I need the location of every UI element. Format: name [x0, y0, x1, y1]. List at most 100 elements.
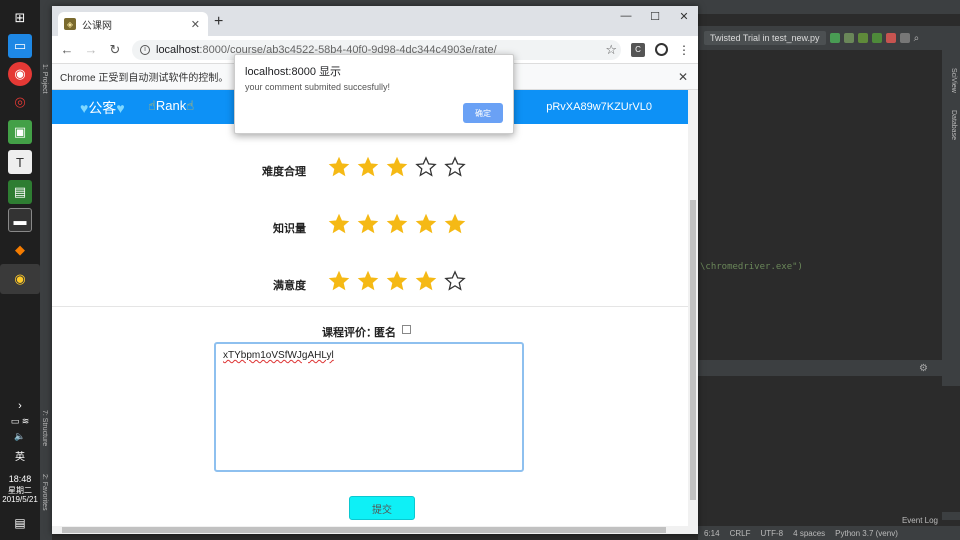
star-filled-icon[interactable] — [386, 213, 408, 235]
forward-icon[interactable]: → — [84, 42, 98, 57]
rating-row-difficulty: 难度合理 — [52, 156, 688, 186]
star-filled-icon[interactable] — [357, 213, 379, 235]
battery-wifi-icon[interactable]: ▭ ≋ — [0, 416, 40, 427]
tab-close-icon[interactable]: ✕ — [191, 18, 200, 31]
status-caret-position[interactable]: 6:14 — [704, 529, 720, 538]
hscroll-thumb[interactable] — [62, 527, 666, 533]
status-line-separator[interactable]: CRLF — [730, 529, 751, 538]
star-filled-icon[interactable] — [357, 270, 379, 292]
excel-icon[interactable]: ▤ — [8, 180, 32, 204]
username-link[interactable]: pRvXA89w7KZUrVL0 — [546, 101, 652, 113]
stop-icon[interactable] — [885, 33, 896, 43]
status-interpreter[interactable]: Python 3.7 (venv) — [835, 529, 898, 538]
submit-button[interactable]: 提交 — [349, 496, 415, 520]
ide-left-tool-strip: 1: Project 7: Structure 2: Favorites — [40, 14, 52, 540]
reload-icon[interactable]: ↻ — [108, 42, 122, 58]
site-brand-link[interactable]: ♥公客♥ — [80, 98, 125, 118]
run-icon[interactable] — [829, 33, 840, 43]
typora-icon[interactable]: T — [8, 150, 32, 174]
desktop-app-icon[interactable]: ▭ — [8, 34, 32, 58]
star-filled-icon[interactable] — [444, 213, 466, 235]
site-info-icon[interactable]: i — [140, 44, 150, 55]
star-empty-icon[interactable] — [444, 270, 466, 292]
anonymous-checkbox[interactable] — [402, 325, 411, 334]
star-filled-icon[interactable] — [328, 270, 350, 292]
ide-search-icon[interactable]: ⌕ — [914, 33, 920, 44]
star-filled-icon[interactable] — [386, 270, 408, 292]
status-encoding[interactable]: UTF-8 — [760, 529, 783, 538]
git-icon[interactable]: ◆ — [8, 238, 32, 262]
ide-code-line: \chromedriver.exe") — [700, 262, 803, 272]
project-tool-tab[interactable]: 1: Project — [41, 64, 48, 94]
notification-icon[interactable]: ▤ — [0, 516, 40, 530]
ide-run-panel — [698, 386, 960, 512]
rate-page: ♥公客♥ ☝Rank☝ pRvXA89w7KZUrVL0 难度合理 知识量 满意… — [52, 90, 688, 526]
tray-expand-icon[interactable]: › — [0, 400, 40, 412]
profile-run-icon[interactable] — [871, 33, 882, 43]
windows-start-icon[interactable]: ⊞ — [8, 6, 32, 30]
star-rating[interactable] — [328, 270, 466, 292]
url-host: localhost — [156, 43, 200, 56]
terminal-icon[interactable]: ▬ — [8, 208, 32, 232]
brand-text: 公客 — [88, 100, 117, 116]
scview-tool-tab[interactable]: SciView — [950, 68, 957, 93]
vertical-scrollbar[interactable] — [688, 90, 698, 534]
new-tab-icon[interactable]: + — [214, 13, 223, 31]
bookmark-star-icon[interactable]: ☆ — [605, 42, 617, 58]
debug-icon[interactable] — [843, 33, 854, 43]
star-filled-icon[interactable] — [386, 156, 408, 178]
horizontal-scrollbar[interactable] — [52, 526, 698, 534]
clock-date: 2019/5/21 — [2, 495, 38, 504]
ime-indicator[interactable]: 英 — [0, 448, 40, 463]
star-filled-icon[interactable] — [328, 156, 350, 178]
run-config-selector[interactable]: Twisted Trial in test_new.py — [704, 31, 826, 45]
comment-textarea[interactable] — [214, 342, 524, 472]
rank-link[interactable]: ☝Rank☝ — [148, 98, 194, 114]
chrome-active-icon[interactable]: ◉ — [0, 264, 40, 294]
window-close-icon[interactable]: ✕ — [670, 10, 698, 23]
database-tool-tab[interactable]: Database — [950, 110, 957, 140]
volume-icon[interactable]: 🔈 — [0, 431, 40, 442]
structure-tool-tab[interactable]: 7: Structure — [41, 410, 48, 446]
ide-editor-area[interactable] — [698, 50, 942, 360]
infobar-text: Chrome 正受到自动测试软件的控制。 — [60, 73, 229, 84]
ide-status-bar: 6:14 CRLF UTF-8 4 spaces Python 3.7 (ven… — [698, 526, 960, 540]
star-filled-icon[interactable] — [328, 213, 350, 235]
extension-icon[interactable]: C — [631, 42, 645, 57]
back-icon[interactable]: ← — [60, 42, 74, 57]
ide-panel-gear-icon[interactable]: ⚙ — [919, 363, 928, 374]
star-filled-icon[interactable] — [415, 270, 437, 292]
scroll-thumb[interactable] — [690, 200, 696, 500]
favorites-tool-tab[interactable]: 2: Favorites — [41, 474, 48, 511]
rating-label: 满意度 — [273, 280, 306, 292]
star-filled-icon[interactable] — [357, 156, 379, 178]
alert-ok-button[interactable]: 确定 — [463, 103, 503, 123]
chrome-taskbar-icon[interactable]: ◉ — [8, 62, 32, 86]
tab-title: 公课网 — [82, 20, 112, 32]
star-rating[interactable] — [328, 213, 466, 235]
browser-tab[interactable]: ◈ 公课网 ✕ — [58, 12, 208, 36]
profile-icon[interactable] — [655, 43, 668, 56]
star-rating[interactable] — [328, 156, 466, 178]
clock-time[interactable]: 18:48 — [0, 474, 40, 484]
alert-message: your comment submited succesfully! — [245, 82, 391, 92]
alert-title: localhost:8000 显示 — [245, 66, 341, 78]
alert-dialog: localhost:8000 显示 your comment submited … — [234, 54, 514, 134]
rating-label: 难度合理 — [262, 166, 306, 178]
star-empty-icon[interactable] — [415, 156, 437, 178]
minimize-icon[interactable]: — — [612, 10, 640, 22]
event-log-button[interactable]: Event Log — [902, 516, 938, 525]
coverage-icon[interactable] — [857, 33, 868, 43]
pycharm-taskbar-icon[interactable]: ▣ — [8, 120, 32, 144]
infobar-close-icon[interactable]: ✕ — [678, 70, 688, 84]
layout-icon[interactable] — [899, 33, 910, 43]
status-indent[interactable]: 4 spaces — [793, 529, 825, 538]
page-viewport: ♥公客♥ ☝Rank☝ pRvXA89w7KZUrVL0 难度合理 知识量 满意… — [52, 90, 698, 534]
star-filled-icon[interactable] — [415, 213, 437, 235]
netease-music-icon[interactable]: ◎ — [8, 90, 32, 114]
maximize-icon[interactable]: ☐ — [641, 10, 669, 23]
star-empty-icon[interactable] — [444, 156, 466, 178]
chrome-tabstrip: ◈ 公课网 ✕ + — ☐ ✕ — [52, 6, 698, 36]
rating-label: 知识量 — [273, 223, 306, 235]
chrome-menu-icon[interactable]: ⋮ — [678, 43, 690, 57]
